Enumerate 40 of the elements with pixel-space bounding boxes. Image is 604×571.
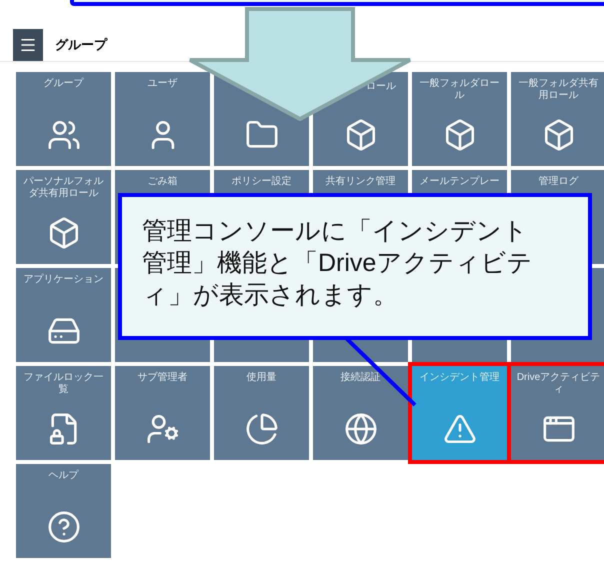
console-tile[interactable]: グループ — [16, 72, 111, 166]
console-tile[interactable]: 一般フォルダロール — [412, 72, 507, 166]
console-tile[interactable]: インシデント管理 — [412, 366, 507, 460]
globe-icon — [344, 412, 378, 446]
tile-label: グループ — [44, 78, 84, 90]
tile-label: アプリケーション — [24, 274, 104, 286]
console-tile[interactable]: ユーザ — [115, 72, 210, 166]
tile-label: サブ管理者 — [138, 372, 188, 384]
tile-label: ごみ箱 — [148, 176, 178, 188]
tile-label: 共有リンク管理 — [326, 176, 396, 188]
page-title: グループ — [55, 36, 107, 54]
console-tile[interactable]: 一般フォルダ共有用ロール — [511, 72, 604, 166]
console-tile[interactable]: ヘルプ — [16, 464, 111, 558]
console-tile[interactable]: ファイルロック一覧 — [16, 366, 111, 460]
callout-text: 管理コンソールに「インシデント管理」機能と「Driveアクティビティ」が表示されます。 — [142, 216, 534, 311]
console-tile[interactable]: 使用量 — [214, 366, 309, 460]
tile-label: 接続認証 — [340, 372, 380, 384]
tile-label: ユーザ — [148, 78, 178, 90]
people-icon — [46, 118, 80, 152]
tile-label: インシデント管理 — [420, 372, 500, 384]
tile-label: 一般フォルダロール — [418, 78, 500, 102]
tile-label: Driveアクティビティ — [516, 372, 602, 396]
person-gear-icon — [146, 412, 180, 446]
tile-label: 管理ログ — [538, 176, 578, 188]
console-tile[interactable]: 接続認証 — [313, 366, 408, 460]
pie-chart-icon — [244, 412, 278, 446]
console-tile[interactable]: サブ管理者 — [115, 366, 210, 460]
tile-label: 一般フォルダ共有用ロール — [518, 78, 600, 102]
tile-label: ポリシー設定 — [232, 176, 292, 188]
menu-button[interactable] — [13, 28, 43, 60]
console-tile[interactable]: パーソナルフォルダ共有用ロール — [16, 170, 111, 264]
tile-label: ヘルプ — [48, 470, 78, 482]
warning-icon — [442, 412, 476, 446]
console-tile[interactable]: アプリケーション — [16, 268, 111, 362]
tile-label: メールテンプレー — [420, 176, 500, 188]
tile-label: パーソナルフォルダ共有用ロール — [22, 176, 104, 200]
help-icon — [46, 510, 80, 544]
tile-label: ファイルロック一覧 — [22, 372, 104, 396]
tile-label: 使用量 — [246, 372, 276, 384]
console-tile[interactable]: Driveアクティビティ — [511, 366, 604, 460]
